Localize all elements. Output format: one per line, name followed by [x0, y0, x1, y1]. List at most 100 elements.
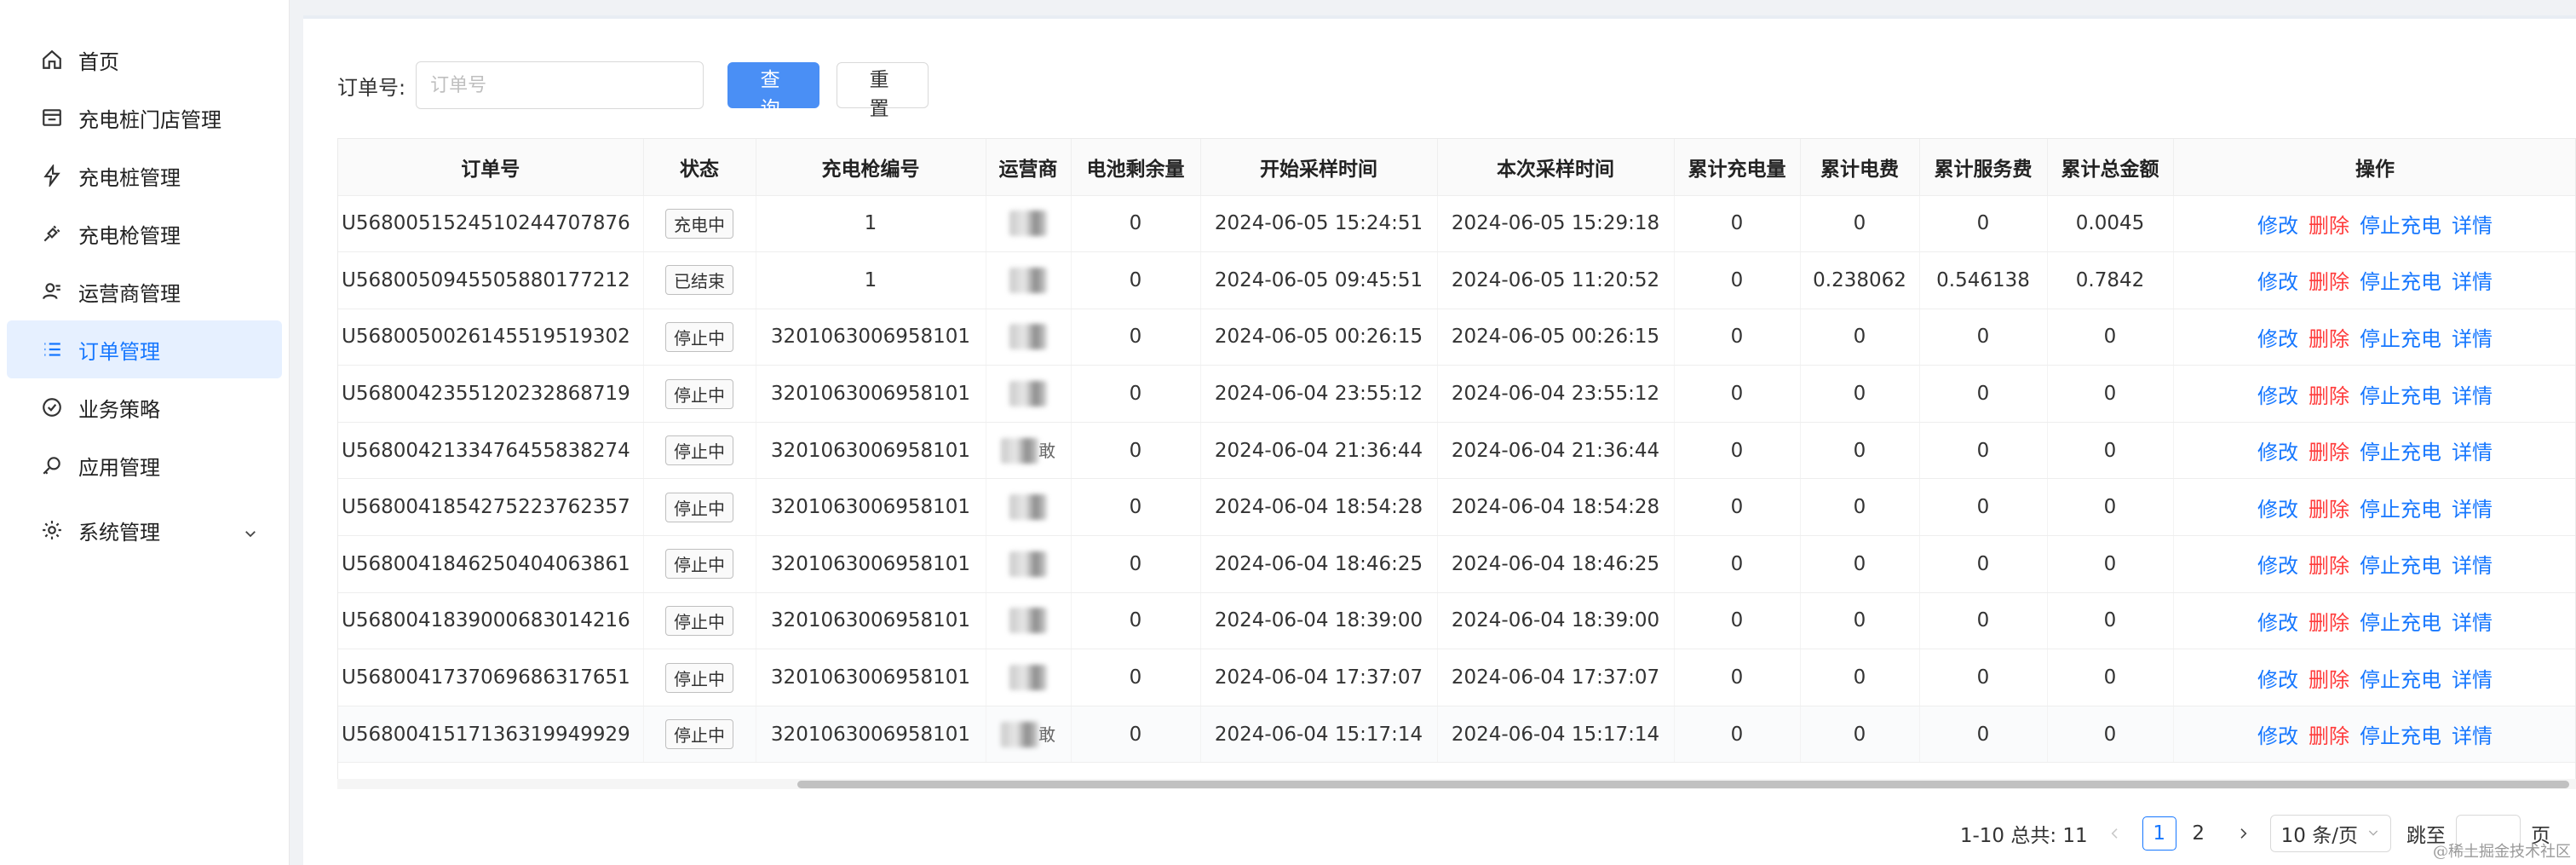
stop-charging-link[interactable]: 停止充电: [2360, 441, 2441, 464]
stop-charging-link[interactable]: 停止充电: [2360, 384, 2441, 408]
page-button-1[interactable]: 1: [2142, 816, 2176, 851]
sidebar: 首页 充电桩门店管理 充电桩管理 充电枪管理 运营商管理 订单管理 业务策略 应…: [0, 0, 290, 865]
service-fee-cell: 0: [1919, 649, 2048, 706]
table-row: U5680041517136319949929 停止中 32010630069581…: [338, 706, 2575, 764]
edit-link[interactable]: 修改: [2257, 384, 2298, 408]
delete-link[interactable]: 删除: [2309, 554, 2349, 578]
detail-link[interactable]: 详情: [2452, 498, 2493, 522]
sidebar-item-operator[interactable]: 运营商管理: [0, 262, 289, 320]
sidebar-item-strategy[interactable]: 业务策略: [0, 378, 289, 436]
delete-link[interactable]: 删除: [2309, 498, 2349, 522]
stop-charging-link[interactable]: 停止充电: [2360, 554, 2441, 578]
status-badge: 充电中: [665, 208, 733, 239]
actions-cell: 修改 删除 停止充电 详情: [2173, 251, 2575, 309]
edit-link[interactable]: 修改: [2257, 668, 2298, 692]
delete-link[interactable]: 删除: [2309, 668, 2349, 692]
operator-cell: [986, 478, 1072, 537]
stop-charging-link[interactable]: 停止充电: [2360, 498, 2441, 522]
sample-time-cell: 2024-06-04 18:54:28: [1437, 478, 1675, 537]
sample-time-cell: 2024-06-04 18:46:25: [1437, 535, 1675, 593]
scrollbar-thumb[interactable]: [797, 781, 2569, 788]
edit-link[interactable]: 修改: [2257, 270, 2298, 294]
energy-cell: 0: [1674, 365, 1801, 423]
sidebar-item-gun[interactable]: 充电枪管理: [0, 205, 289, 262]
reset-button[interactable]: 重置: [837, 62, 929, 120]
order-number-cell: U5680041737069686317651: [338, 649, 644, 706]
battery-cell: 0: [1071, 251, 1201, 309]
status-cell: 停止中: [643, 592, 756, 650]
page-button-2[interactable]: 2: [2182, 816, 2216, 851]
stop-charging-link[interactable]: 停止充电: [2360, 724, 2441, 748]
detail-link[interactable]: 详情: [2452, 668, 2493, 692]
start-time-cell: 2024-06-04 15:17:14: [1200, 706, 1438, 764]
service-fee-cell: 0: [1919, 478, 2048, 537]
gun-number-cell: 3201063006958101: [756, 422, 986, 480]
detail-link[interactable]: 详情: [2452, 214, 2493, 238]
detail-link[interactable]: 详情: [2452, 441, 2493, 464]
delete-link[interactable]: 删除: [2309, 327, 2349, 351]
sidebar-item-charger[interactable]: 充电桩管理: [0, 147, 289, 205]
fee-cell: 0: [1800, 195, 1920, 253]
edit-link[interactable]: 修改: [2257, 214, 2298, 238]
edit-link[interactable]: 修改: [2257, 724, 2298, 748]
delete-link[interactable]: 删除: [2309, 384, 2349, 408]
delete-link[interactable]: 删除: [2309, 270, 2349, 294]
edit-link[interactable]: 修改: [2257, 554, 2298, 578]
table-row: U5680042133476455838274 停止中 32010630069581…: [338, 422, 2575, 480]
energy-cell: 0: [1674, 649, 1801, 706]
detail-link[interactable]: 详情: [2452, 611, 2493, 635]
order-number-cell: U5680041839000683014216: [338, 592, 644, 650]
column-header: 状态: [643, 139, 756, 196]
next-page-icon[interactable]: [2231, 822, 2255, 845]
delete-link[interactable]: 删除: [2309, 214, 2349, 238]
detail-link[interactable]: 详情: [2452, 327, 2493, 351]
stop-charging-link[interactable]: 停止充电: [2360, 668, 2441, 692]
energy-cell: 0: [1674, 535, 1801, 593]
column-header: 运营商: [986, 139, 1072, 196]
chevron-down-icon[interactable]: [243, 522, 258, 538]
status-badge: 停止中: [665, 321, 733, 352]
stop-charging-link[interactable]: 停止充电: [2360, 327, 2441, 351]
order-number-cell: U5680041517136319949929: [338, 706, 644, 764]
service-fee-cell: 0: [1919, 365, 2048, 423]
start-time-cell: 2024-06-04 17:37:07: [1200, 649, 1438, 706]
sample-time-cell: 2024-06-04 21:36:44: [1437, 422, 1675, 480]
order-number-input[interactable]: [416, 61, 704, 109]
order-number-cell: U5680041846250404063861: [338, 535, 644, 593]
total-amount-cell: 0.0045: [2047, 195, 2174, 253]
battery-cell: 0: [1071, 592, 1201, 650]
sample-time-cell: 2024-06-05 15:29:18: [1437, 195, 1675, 253]
stop-charging-link[interactable]: 停止充电: [2360, 214, 2441, 238]
delete-link[interactable]: 删除: [2309, 611, 2349, 635]
sidebar-item-home[interactable]: 首页: [0, 31, 289, 89]
total-amount-cell: 0: [2047, 478, 2174, 537]
column-header: 充电枪编号: [756, 139, 986, 196]
edit-link[interactable]: 修改: [2257, 441, 2298, 464]
stop-charging-link[interactable]: 停止充电: [2360, 270, 2441, 294]
main-content: 订单号: 查询 重置 订单号 状态 充电枪编号 运营商 电池剩余量 开始采样时间…: [303, 15, 2576, 865]
sidebar-item-store[interactable]: 充电桩门店管理: [0, 89, 289, 147]
horizontal-scrollbar[interactable]: [337, 779, 2576, 789]
detail-link[interactable]: 详情: [2452, 554, 2493, 578]
detail-link[interactable]: 详情: [2452, 384, 2493, 408]
edit-link[interactable]: 修改: [2257, 327, 2298, 351]
sidebar-item-label: 首页: [78, 49, 119, 74]
total-amount-cell: 0: [2047, 535, 2174, 593]
query-button[interactable]: 查询: [727, 62, 820, 120]
detail-link[interactable]: 详情: [2452, 270, 2493, 294]
detail-link[interactable]: 详情: [2452, 724, 2493, 748]
edit-link[interactable]: 修改: [2257, 611, 2298, 635]
gun-number-cell: 1: [756, 195, 986, 253]
sidebar-item-apps[interactable]: 应用管理: [0, 436, 289, 494]
fee-cell: 0: [1800, 649, 1920, 706]
sidebar-item-label: 充电枪管理: [78, 223, 181, 248]
stop-charging-link[interactable]: 停止充电: [2360, 611, 2441, 635]
edit-link[interactable]: 修改: [2257, 498, 2298, 522]
prev-page-icon[interactable]: [2103, 822, 2127, 845]
sidebar-item-orders[interactable]: 订单管理: [7, 320, 282, 378]
sidebar-item-system[interactable]: 系统管理: [0, 501, 289, 559]
table-row: U5680042355120232868719 停止中 32010630069581…: [338, 365, 2575, 423]
page-size-select[interactable]: 10 条/页: [2269, 815, 2391, 852]
delete-link[interactable]: 删除: [2309, 441, 2349, 464]
delete-link[interactable]: 删除: [2309, 724, 2349, 748]
